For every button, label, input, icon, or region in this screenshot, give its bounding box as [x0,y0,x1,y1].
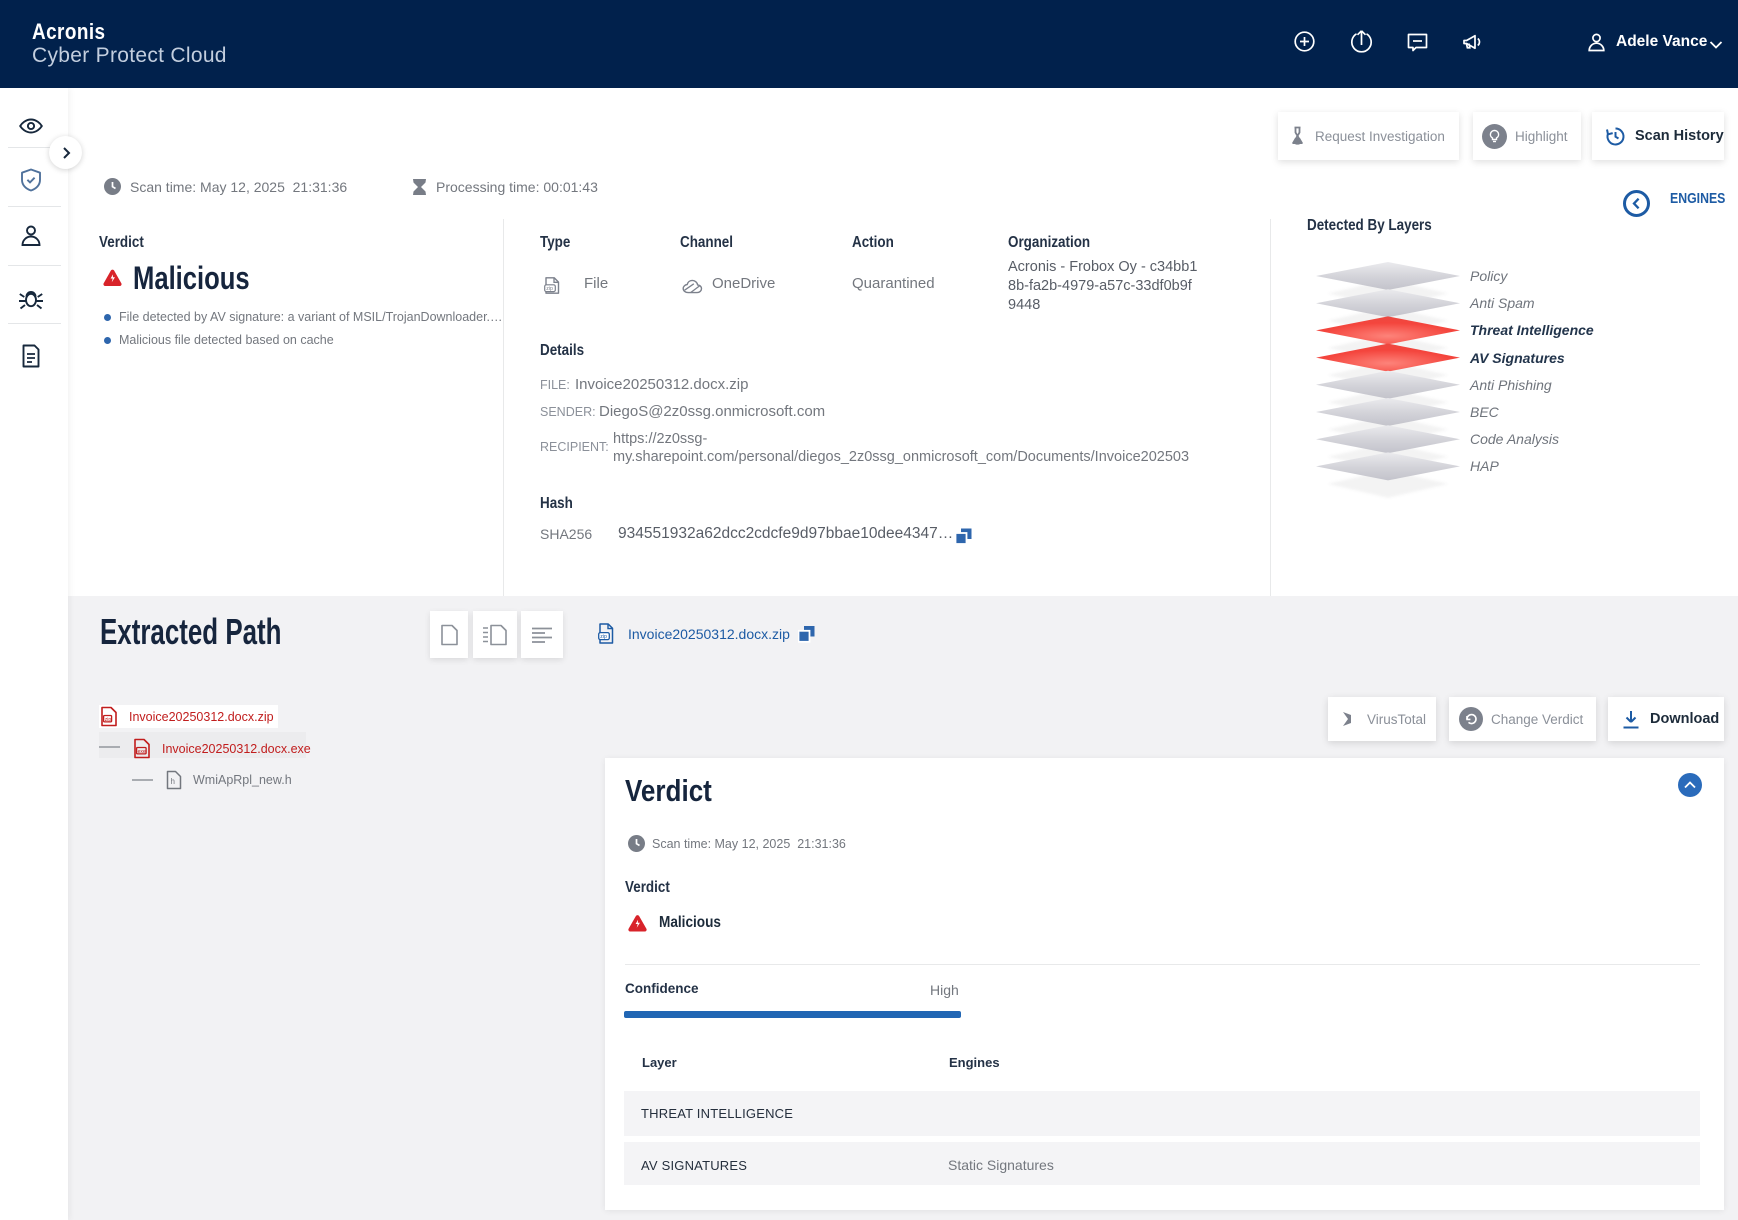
svg-text:h: h [171,777,175,786]
svg-text:zip: zip [600,634,607,640]
svg-text:zip: zip [105,717,112,723]
svg-text:zip: zip [546,286,553,292]
svg-text:exe: exe [138,749,146,755]
